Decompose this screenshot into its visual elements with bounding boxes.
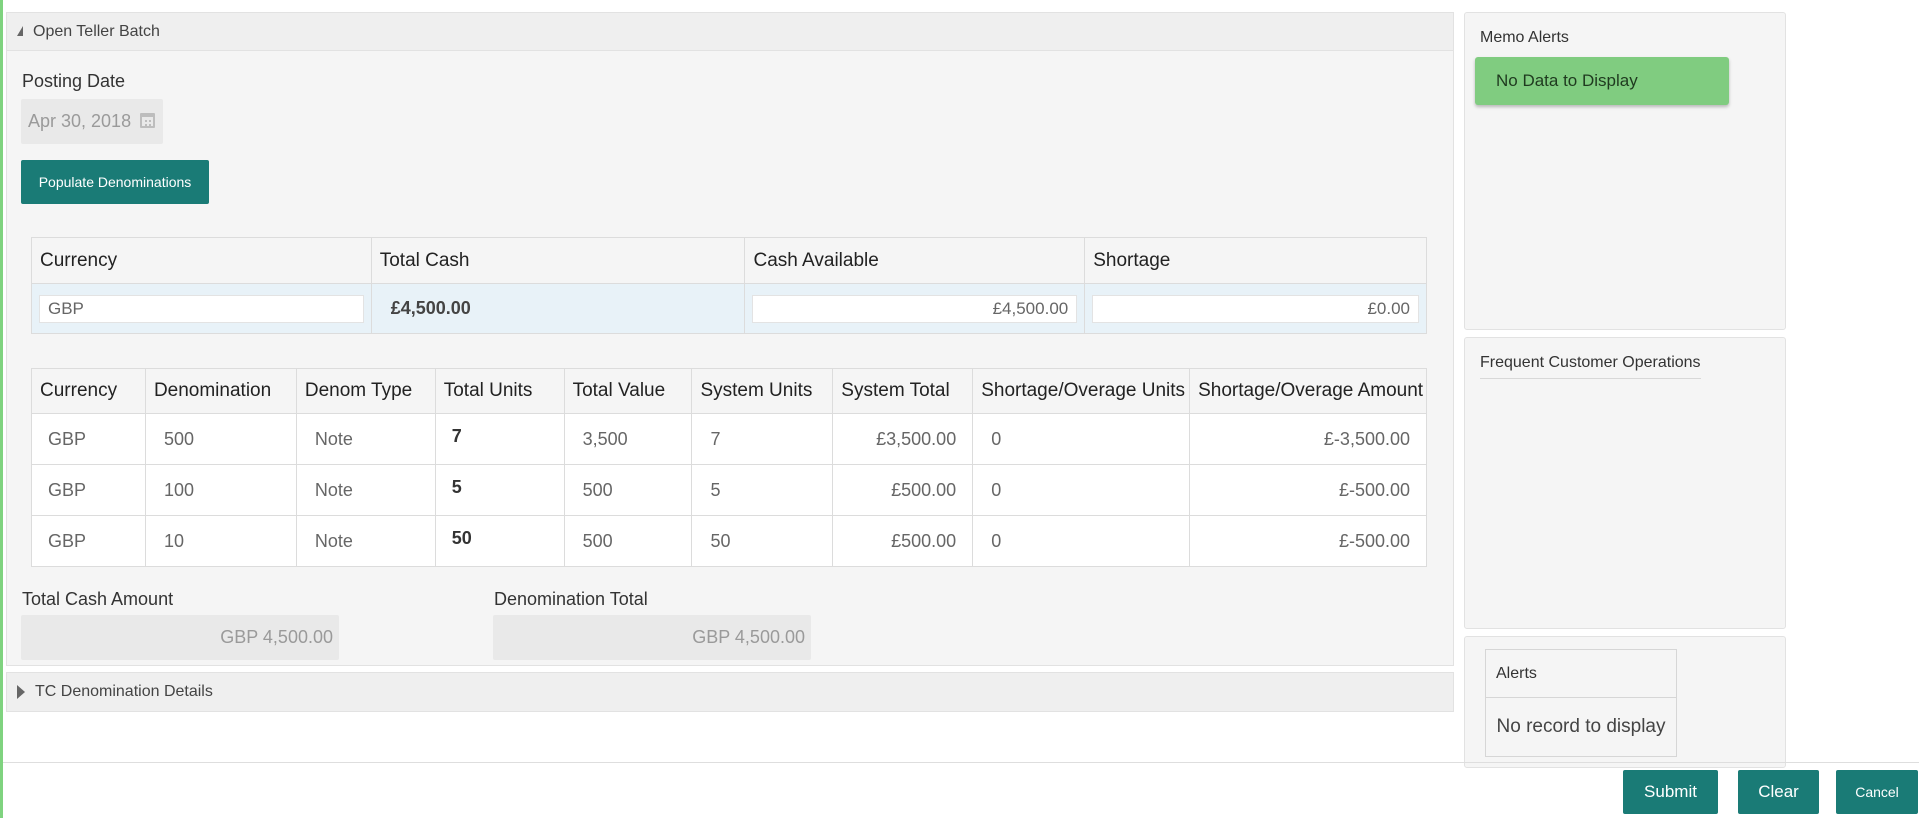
alerts-title: Alerts — [1486, 650, 1676, 698]
total-value-cell: 500 — [563, 515, 693, 567]
column-header-shortage-overage-units: Shortage/Overage Units — [972, 368, 1191, 414]
memo-alerts-panel: Memo Alerts No Data to Display — [1464, 12, 1786, 330]
collapse-caret-icon[interactable] — [17, 25, 23, 36]
shortage-overage-units-cell: 0 — [972, 515, 1191, 567]
shortage-overage-units-cell: 0 — [972, 464, 1191, 516]
table-row[interactable]: GBP £4,500.00 £4,500.00 £0.00 — [31, 283, 1427, 334]
denomination-cell: 100 — [144, 464, 297, 516]
column-header-total-cash: Total Cash — [370, 237, 746, 284]
denom-type-cell: Note — [295, 464, 436, 516]
shortage-overage-units-cell: 0 — [972, 413, 1191, 465]
posting-date-field: Apr 30, 2018 — [21, 99, 163, 144]
denomination-total-field: GBP 4,500.00 — [493, 615, 811, 660]
total-units-cell[interactable]: 50 — [434, 515, 565, 567]
tc-denomination-details-header[interactable]: TC Denomination Details — [6, 672, 1454, 712]
alerts-empty-message: No record to display — [1496, 716, 1666, 737]
cash-available-value: £4,500.00 — [752, 294, 1078, 323]
shortage-overage-amount-cell: £-500.00 — [1189, 464, 1427, 516]
column-header-system-total: System Total — [832, 368, 974, 414]
total-cash-value: £4,500.00 — [390, 298, 471, 318]
currency-cell: GBP — [31, 464, 146, 516]
memo-alerts-title: Memo Alerts — [1480, 29, 1569, 46]
footer-divider — [3, 762, 1919, 763]
total-value-cell: 3,500 — [563, 413, 693, 465]
currency-value: GBP — [39, 294, 364, 323]
system-units-cell: 7 — [691, 413, 834, 465]
column-header-cash-available: Cash Available — [744, 237, 1086, 284]
open-teller-batch-panel: Open Teller Batch Posting Date Apr 30, 2… — [6, 12, 1454, 666]
expand-caret-icon[interactable] — [17, 685, 25, 699]
total-units-cell[interactable]: 7 — [434, 413, 565, 465]
column-header-shortage: Shortage — [1084, 237, 1427, 284]
total-value-cell: 500 — [563, 464, 693, 516]
table-row[interactable]: GBP 100 Note 5 500 5 £500.00 0 £-500.00 — [31, 464, 1427, 516]
table-row[interactable]: GBP 500 Note 7 3,500 7 £3,500.00 0 £-3,5… — [31, 413, 1427, 465]
submit-button[interactable]: Submit — [1623, 770, 1718, 814]
populate-denominations-button[interactable]: Populate Denominations — [21, 160, 209, 204]
clear-button[interactable]: Clear — [1738, 770, 1819, 814]
denomination-cell: 10 — [144, 515, 297, 567]
column-header-currency: Currency — [31, 237, 372, 284]
open-teller-batch-header[interactable]: Open Teller Batch — [7, 13, 1453, 51]
system-total-cell: £500.00 — [832, 515, 974, 567]
total-cash-amount-field: GBP 4,500.00 — [21, 615, 339, 660]
shortage-overage-amount-cell: £-3,500.00 — [1189, 413, 1427, 465]
shortage-overage-amount-cell: £-500.00 — [1189, 515, 1427, 567]
column-header-shortage-overage-amount: Shortage/Overage Amount — [1189, 368, 1427, 414]
system-total-cell: £500.00 — [832, 464, 974, 516]
frequent-customer-operations-title: Frequent Customer Operations — [1480, 354, 1701, 379]
shortage-cell: £0.00 — [1084, 283, 1427, 334]
section-title: TC Denomination Details — [35, 683, 213, 700]
alerts-box: Alerts No record to display — [1485, 649, 1677, 757]
total-cash-cell: £4,500.00 — [370, 283, 746, 334]
cash-available-cell: £4,500.00 — [744, 283, 1086, 334]
posting-date-label: Posting Date — [22, 71, 126, 91]
denom-type-cell: Note — [295, 515, 436, 567]
cancel-button[interactable]: Cancel — [1836, 770, 1918, 814]
alerts-panel: Alerts No record to display — [1464, 636, 1786, 768]
system-units-cell: 50 — [691, 515, 834, 567]
posting-date-value: Apr 30, 2018 — [28, 111, 132, 131]
left-accent-bar — [0, 0, 3, 818]
calendar-icon — [140, 113, 155, 128]
column-header-total-value: Total Value — [563, 368, 693, 414]
shortage-value: £0.00 — [1092, 294, 1419, 323]
no-data-banner: No Data to Display — [1475, 57, 1729, 105]
denomination-table: Currency Denomination Denom Type Total U… — [31, 368, 1427, 567]
column-header-system-units: System Units — [691, 368, 834, 414]
column-header-currency: Currency — [31, 368, 146, 414]
section-title: Open Teller Batch — [33, 22, 160, 40]
cash-summary-table: Currency Total Cash Cash Available Short… — [31, 237, 1427, 334]
total-units-cell[interactable]: 5 — [434, 464, 565, 516]
currency-cell: GBP — [31, 413, 146, 465]
column-header-denom-type: Denom Type — [295, 368, 436, 414]
column-header-total-units: Total Units — [434, 368, 565, 414]
denomination-cell: 500 — [144, 413, 297, 465]
system-total-cell: £3,500.00 — [832, 413, 974, 465]
currency-cell: GBP — [31, 515, 146, 567]
frequent-customer-operations-panel: Frequent Customer Operations — [1464, 337, 1786, 629]
currency-cell: GBP — [31, 283, 372, 334]
system-units-cell: 5 — [691, 464, 834, 516]
column-header-denomination: Denomination — [144, 368, 297, 414]
total-cash-amount-label: Total Cash Amount — [22, 589, 174, 609]
table-row[interactable]: GBP 10 Note 50 500 50 £500.00 0 £-500.00 — [31, 515, 1427, 567]
denomination-total-label: Denomination Total — [494, 589, 648, 609]
denom-type-cell: Note — [295, 413, 436, 465]
